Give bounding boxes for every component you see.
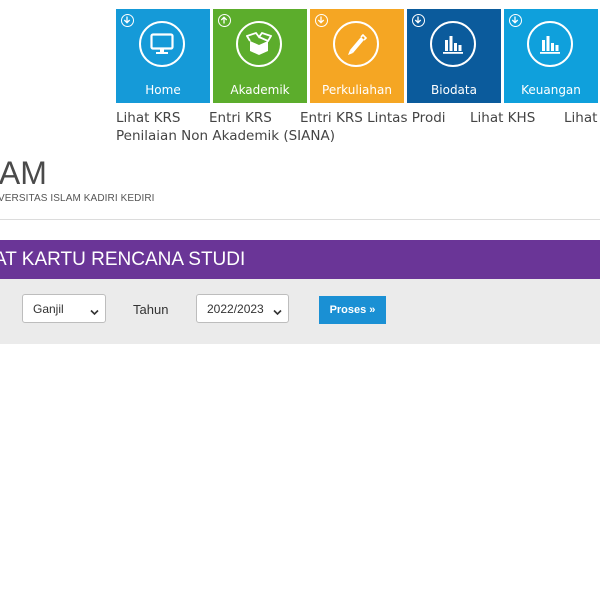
tile-label: Biodata bbox=[431, 83, 477, 97]
tahun-select[interactable]: 2022/2023 bbox=[196, 294, 289, 323]
brand-title: IAM bbox=[0, 155, 47, 191]
chevron-down-icon bbox=[90, 305, 99, 319]
tile-label: Keuangan bbox=[521, 83, 581, 97]
tile-home[interactable]: Home bbox=[116, 9, 210, 103]
download-arrow-icon bbox=[509, 14, 522, 27]
chevron-down-icon bbox=[273, 305, 282, 319]
menu-link-entri-krs[interactable]: Entri KRS bbox=[209, 110, 272, 126]
monitor-icon bbox=[139, 21, 185, 67]
upload-arrow-icon bbox=[218, 14, 231, 27]
menu-link-lihat-khs[interactable]: Lihat KHS bbox=[470, 110, 535, 126]
menu-link-lihat[interactable]: Lihat bbox=[564, 110, 597, 126]
tile-label: Home bbox=[145, 83, 181, 97]
open-box-icon bbox=[236, 21, 282, 67]
bar-chart-icon bbox=[527, 21, 573, 67]
tile-akademik[interactable]: Akademik bbox=[213, 9, 307, 103]
tile-label: Perkuliahan bbox=[322, 83, 392, 97]
brand-subtitle: VERSITAS ISLAM KADIRI KEDIRI bbox=[0, 193, 155, 204]
tahun-select-value: 2022/2023 bbox=[207, 302, 264, 316]
semester-select-value: Ganjil bbox=[33, 302, 64, 316]
proses-button[interactable]: Proses » bbox=[319, 296, 386, 324]
divider bbox=[0, 219, 600, 220]
menu-link-lihat-krs[interactable]: Lihat KRS bbox=[116, 110, 181, 126]
menu-link-entri-krs-lintas-prodi[interactable]: Entri KRS Lintas Prodi bbox=[300, 110, 446, 126]
tahun-label: Tahun bbox=[133, 302, 169, 317]
tile-label: Akademik bbox=[230, 83, 290, 97]
pencil-icon bbox=[333, 21, 379, 67]
bar-chart-icon bbox=[430, 21, 476, 67]
download-arrow-icon bbox=[412, 14, 425, 27]
tile-keuangan[interactable]: Keuangan bbox=[504, 9, 598, 103]
download-arrow-icon bbox=[315, 14, 328, 27]
download-arrow-icon bbox=[121, 14, 134, 27]
semester-select[interactable]: Ganjil bbox=[22, 294, 106, 323]
tile-perkuliahan[interactable]: Perkuliahan bbox=[310, 9, 404, 103]
menu-link-penilaian-non-akademik[interactable]: Penilaian Non Akademik (SIANA) bbox=[116, 128, 335, 144]
tile-biodata[interactable]: Biodata bbox=[407, 9, 501, 103]
page-title: AT KARTU RENCANA STUDI bbox=[0, 249, 246, 270]
page-title-banner: AT KARTU RENCANA STUDI bbox=[0, 240, 600, 279]
